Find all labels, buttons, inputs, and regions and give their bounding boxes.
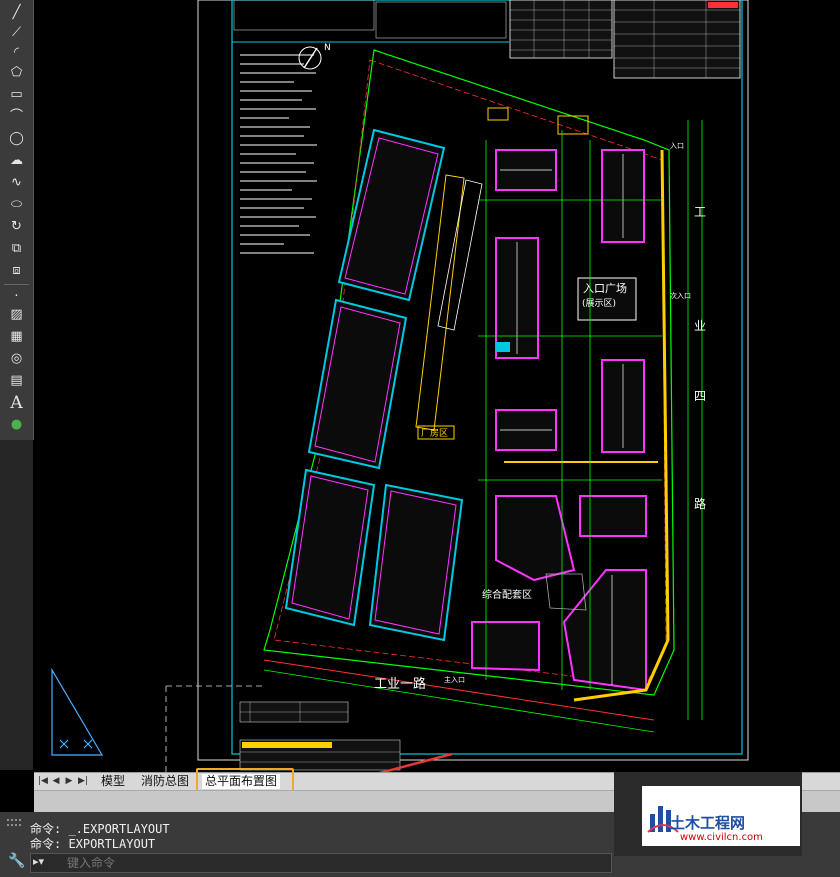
site-plan-drawing: N 厂房区 入口广场 (展示区) 综合配套区 工业一路 主入口 工 业 四 路 … bbox=[51, 0, 749, 773]
prev-tab-button[interactable]: ◀ bbox=[51, 775, 61, 787]
gradient-icon[interactable]: ▦ bbox=[6, 328, 27, 346]
tab-model[interactable]: 模型 bbox=[98, 774, 128, 789]
factory-blocks bbox=[284, 128, 464, 642]
command-history-line-2: 命令: EXPORTLAYOUT bbox=[30, 837, 156, 851]
polygon-icon[interactable]: ⬠ bbox=[6, 64, 27, 82]
ellipse-icon[interactable]: ⬭ bbox=[6, 196, 27, 214]
plaza-sublabel: (展示区) bbox=[582, 298, 616, 309]
drawing-canvas[interactable]: N 厂房区 入口广场 (展示区) 综合配套区 工业一路 主入口 工 业 四 路 … bbox=[34, 0, 840, 773]
design-notes bbox=[240, 54, 317, 254]
road-bottom-label: 工业一路 bbox=[374, 676, 426, 692]
entry-mid-right-label: 次入口 bbox=[670, 291, 691, 300]
drawing-list-table bbox=[239, 701, 349, 723]
north-label: N bbox=[324, 43, 331, 53]
watermark-title: 土木工程网 bbox=[670, 814, 746, 832]
last-tab-button[interactable]: ▶| bbox=[78, 775, 88, 787]
polyline-icon[interactable]: ⟋ bbox=[6, 24, 27, 42]
point-icon[interactable]: · bbox=[6, 288, 27, 306]
rectangle-icon[interactable]: ▭ bbox=[6, 86, 27, 104]
insert-block-icon[interactable]: ⧉ bbox=[6, 240, 27, 258]
legend-table bbox=[239, 739, 401, 771]
road-right-char-3: 四 bbox=[694, 389, 706, 403]
line-icon[interactable]: ╱ bbox=[6, 4, 27, 22]
first-tab-button[interactable]: |◀ bbox=[38, 775, 48, 787]
region-icon[interactable]: ◎ bbox=[6, 350, 27, 368]
curve-icon[interactable]: ∿ bbox=[6, 174, 27, 192]
draw-toolbar: ╱ ⟋ ◜ ⬠ ▭ ⌒ ◯ ☁ ∿ ⬭ ↻ ⧉ ⧈ · ▨ ▦ ◎ ▤ A ● bbox=[0, 0, 34, 440]
main-entry-label: 主入口 bbox=[444, 675, 465, 684]
arc-icon[interactable]: ◜ bbox=[6, 44, 27, 62]
technical-indicator-table bbox=[613, 0, 741, 79]
entry-top-right-label: 入口 bbox=[670, 142, 684, 150]
left-blank-strip bbox=[0, 440, 33, 770]
command-grip-icon[interactable] bbox=[6, 818, 24, 828]
office-buildings bbox=[471, 149, 647, 692]
tab-fire-plan[interactable]: 消防总图 bbox=[138, 774, 192, 789]
road-right-char-2: 业 bbox=[694, 319, 706, 333]
area-table bbox=[509, 0, 613, 59]
ramp-structure bbox=[437, 179, 483, 331]
ucs-icon bbox=[51, 667, 104, 756]
parking-hatch bbox=[496, 342, 510, 352]
circle-icon[interactable]: ◯ bbox=[6, 130, 27, 148]
revcloud-icon[interactable]: ☁ bbox=[6, 152, 27, 170]
add-selected-icon[interactable]: ● bbox=[6, 416, 27, 434]
spline-icon[interactable]: ⌒ bbox=[6, 108, 27, 126]
command-prompt-icon[interactable]: ▸▾ bbox=[33, 855, 57, 869]
road-right-char-4: 路 bbox=[694, 496, 706, 511]
command-input[interactable] bbox=[65, 854, 609, 872]
rotate-icon[interactable]: ↻ bbox=[6, 218, 27, 236]
table-icon[interactable]: ▤ bbox=[6, 372, 27, 390]
legend-strip bbox=[375, 1, 507, 39]
north-arrow: N bbox=[298, 43, 331, 70]
customize-wrench-icon[interactable]: 🔧 bbox=[8, 853, 25, 869]
next-tab-button[interactable]: ▶ bbox=[64, 775, 74, 787]
hatch-icon[interactable]: ▨ bbox=[6, 306, 27, 324]
facility-zone-label: 综合配套区 bbox=[482, 588, 532, 601]
text-icon[interactable]: A bbox=[6, 394, 27, 412]
road-right-char-1: 工 bbox=[694, 205, 706, 219]
toolbar-divider bbox=[4, 284, 29, 285]
watermark-url: www.civilcn.com bbox=[680, 832, 763, 843]
guard-box bbox=[487, 107, 509, 121]
command-input-box: ▸▾ bbox=[30, 853, 612, 873]
title-strip bbox=[233, 0, 375, 31]
make-block-icon[interactable]: ⧈ bbox=[6, 262, 27, 280]
gate-house bbox=[557, 115, 589, 135]
